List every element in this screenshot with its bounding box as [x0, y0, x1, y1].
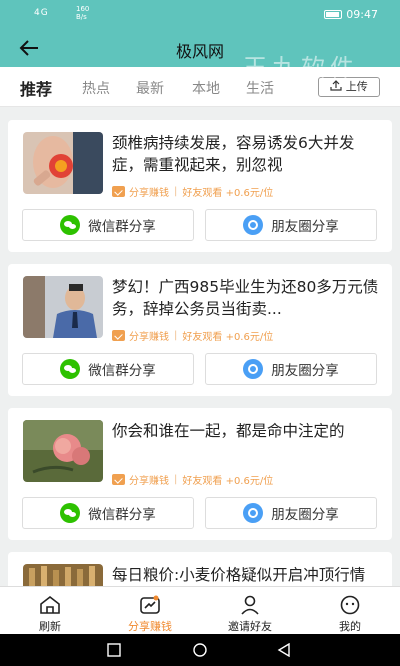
smiley-icon: [340, 595, 360, 615]
back-triangle-icon[interactable]: [276, 643, 292, 657]
article-feed[interactable]: 颈椎病持续发展，容易诱发6大并发症，需重视起来，别忽视 分享赚钱 | 好友观看 +…: [0, 108, 400, 586]
moments-share-button[interactable]: 朋友圈分享: [205, 209, 377, 241]
system-nav-bar: [0, 634, 400, 666]
article-thumbnail: [23, 276, 103, 338]
article-card[interactable]: 颈椎病持续发展，容易诱发6大并发症，需重视起来，别忽视 分享赚钱 | 好友观看 +…: [8, 120, 392, 252]
reward-meta: 分享赚钱 | 好友观看 +0.6元/位: [112, 328, 273, 343]
reward-meta: 分享赚钱 | 好友观看 +0.6元/位: [112, 472, 273, 487]
article-headline[interactable]: 每日粮价:小麦价格疑似开启冲顶行情 玉米下跌步伐加速: [112, 564, 380, 586]
article-headline[interactable]: 颈椎病持续发展，容易诱发6大并发症，需重视起来，别忽视: [112, 132, 380, 176]
moments-icon: [243, 359, 264, 379]
tab-latest[interactable]: 最新: [136, 78, 164, 98]
article-headline[interactable]: 梦幻！广西985毕业生为还80多万元债务，辞掉公务员当街卖...: [112, 276, 380, 320]
article-card[interactable]: 每日粮价:小麦价格疑似开启冲顶行情 玉米下跌步伐加速: [8, 552, 392, 586]
reward-meta: 分享赚钱 | 好友观看 +0.6元/位: [112, 184, 273, 199]
wechat-icon: [60, 359, 81, 379]
home-icon: [40, 595, 60, 614]
tab-recommend[interactable]: 推荐: [20, 76, 52, 100]
article-headline[interactable]: 你会和谁在一起，都是命中注定的: [112, 420, 380, 464]
reward-amount: +0.6元/位: [225, 476, 274, 487]
recent-apps-icon[interactable]: [106, 643, 122, 657]
status-bar: 4G 160 B/s 09:47: [0, 0, 400, 30]
wechat-icon: [60, 503, 81, 523]
watermark-text: 玉九软件: [243, 54, 359, 82]
clock: 09:47: [346, 8, 378, 21]
moments-icon: [243, 215, 264, 235]
wechat-icon: [60, 215, 81, 235]
moments-share-button[interactable]: 朋友圈分享: [205, 497, 377, 529]
home-circle-icon[interactable]: [192, 643, 208, 657]
wechat-group-share-button[interactable]: 微信群分享: [22, 353, 194, 385]
share-money-icon: [140, 595, 160, 614]
reward-amount: +0.6元/位: [225, 332, 274, 343]
network-speed: 160 B/s: [76, 5, 90, 21]
battery-icon: [324, 10, 343, 19]
person-icon: [241, 595, 259, 615]
moments-share-button[interactable]: 朋友圈分享: [205, 353, 377, 385]
moments-icon: [243, 503, 264, 523]
tab-local[interactable]: 本地: [192, 78, 220, 98]
tab-invite[interactable]: 邀请好友: [200, 587, 300, 635]
reward-amount: +0.6元/位: [225, 188, 274, 199]
bottom-tab-bar: 刷新 分享赚钱 邀请好友 我的: [0, 586, 400, 634]
tab-mine[interactable]: 我的: [300, 587, 400, 635]
article-thumbnail: [23, 564, 103, 586]
tab-hot[interactable]: 热点: [82, 78, 110, 98]
article-card[interactable]: 梦幻！广西985毕业生为还80多万元债务，辞掉公务员当街卖... 分享赚钱 | 好…: [8, 264, 392, 396]
article-card[interactable]: 你会和谁在一起，都是命中注定的 分享赚钱 | 好友观看 +0.6元/位 微信群分享…: [8, 408, 392, 540]
article-thumbnail: [23, 420, 103, 482]
article-thumbnail: [23, 132, 103, 194]
wechat-group-share-button[interactable]: 微信群分享: [22, 497, 194, 529]
signal-indicator: 4G: [34, 8, 49, 18]
share-earn-icon: [112, 330, 125, 341]
share-earn-icon: [112, 474, 125, 485]
tab-refresh[interactable]: 刷新: [0, 587, 100, 635]
wechat-group-share-button[interactable]: 微信群分享: [22, 209, 194, 241]
share-earn-icon: [112, 186, 125, 197]
tab-share-earn[interactable]: 分享赚钱: [100, 587, 200, 635]
status-right: 09:47: [324, 8, 378, 21]
